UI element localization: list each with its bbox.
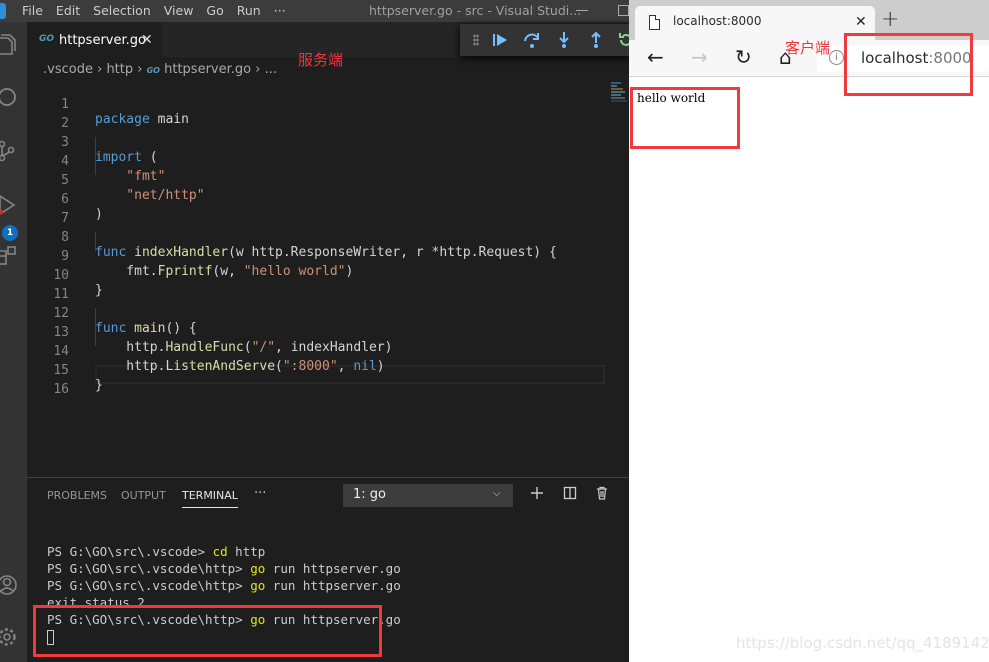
code-line: 2	[27, 101, 607, 131]
debug-toolbar	[460, 24, 632, 56]
menu-selection[interactable]: Selection	[93, 3, 151, 18]
menu-view[interactable]: View	[164, 3, 194, 18]
code-line: 12 func main() {	[27, 291, 607, 336]
client-annotation: 客户端	[785, 39, 831, 57]
back-arrow-icon[interactable]: ←	[647, 45, 664, 69]
browser-tab[interactable]: localhost:8000 ✕	[635, 6, 875, 40]
new-terminal-plus-icon[interactable]	[530, 486, 544, 500]
window-title: httpserver.go - src - Visual Studi...	[369, 3, 582, 18]
go-file-icon: GO	[146, 66, 160, 75]
terminal-line: PS G:\GO\src\.vscode\http> go run httpse…	[47, 578, 401, 593]
code-line: 10 }	[27, 253, 607, 298]
breadcrumb-separator: ›	[255, 62, 261, 77]
activity-bar: 1	[0, 22, 27, 662]
forward-arrow-icon[interactable]: →	[691, 45, 708, 69]
code-line: 15 }	[27, 348, 607, 393]
code-editor[interactable]: 1 package main 2 3 import ( 4 "fmt" 5 "n…	[27, 80, 629, 476]
code-line: 8 func indexHandler(w http.ResponseWrite…	[27, 215, 607, 260]
code-line: 14 http.ListenAndServe(":8000", nil)	[27, 329, 607, 374]
menu-edit[interactable]: Edit	[56, 3, 80, 18]
breadcrumb: .vscode › http › GO httpserver.go › ...	[43, 62, 277, 77]
terminal-select-value: 1: go	[353, 487, 386, 502]
line-number: 16	[53, 382, 69, 397]
page-icon	[649, 15, 660, 30]
debug-badge: 1	[2, 225, 18, 241]
minimap[interactable]	[611, 82, 627, 112]
menu-file[interactable]: File	[22, 3, 43, 18]
breadcrumb-file[interactable]: httpserver.go	[164, 62, 251, 77]
panel-more-button[interactable]: ···	[254, 486, 266, 501]
code-line: 11	[27, 272, 607, 302]
info-icon[interactable]: i	[829, 50, 844, 65]
highlight-box-page	[630, 87, 740, 149]
breadcrumb-vscode[interactable]: .vscode	[43, 62, 93, 77]
terminal-line: PS G:\GO\src\.vscode\http> go run httpse…	[47, 561, 401, 576]
tab-label: httpserver.go	[59, 33, 146, 48]
source-control-icon[interactable]	[0, 136, 27, 166]
code-line: 5 "net/http"	[27, 158, 607, 203]
search-icon[interactable]	[0, 82, 27, 112]
chevron-down-icon: ⌵	[493, 488, 501, 499]
breadcrumb-symbol[interactable]: ...	[265, 62, 277, 77]
tab-problems[interactable]: PROBLEMS	[47, 489, 107, 502]
new-tab-button[interactable]: +	[881, 7, 899, 32]
refresh-icon[interactable]: ↻	[735, 45, 752, 69]
step-over-icon[interactable]	[522, 30, 542, 50]
menu-more[interactable]: ···	[274, 3, 286, 18]
highlight-box-terminal	[33, 605, 382, 657]
menu-run[interactable]: Run	[237, 3, 261, 18]
step-out-icon[interactable]	[586, 30, 606, 50]
code-line: 16	[27, 367, 607, 397]
menu-go[interactable]: Go	[206, 3, 223, 18]
settings-gear-icon[interactable]	[0, 622, 27, 652]
terminal-select[interactable]: 1: go ⌵	[343, 484, 513, 507]
code-line: 13 http.HandleFunc("/", indexHandler)	[27, 310, 607, 355]
breadcrumb-http[interactable]: http	[106, 62, 133, 77]
tab-close-icon[interactable]: ✕	[141, 32, 153, 48]
minimize-button[interactable]	[576, 10, 588, 11]
highlight-box-address	[844, 33, 973, 96]
vscode-window: File Edit Selection View Go Run ··· http…	[0, 0, 632, 662]
go-file-icon: GO	[39, 34, 55, 44]
drag-handle-icon[interactable]	[473, 34, 479, 46]
vscode-logo-icon	[0, 3, 6, 19]
code-line: 1 package main	[27, 82, 607, 127]
code-line: 4 "fmt"	[27, 139, 607, 184]
maximize-button[interactable]	[618, 5, 629, 16]
tab-httpserver-go[interactable]: GO httpserver.go ✕	[27, 22, 162, 57]
tab-terminal[interactable]: TERMINAL	[182, 489, 238, 508]
server-annotation: 服务端	[298, 51, 344, 69]
explorer-icon[interactable]	[0, 30, 27, 60]
code-line: 3 import (	[27, 120, 607, 165]
breadcrumb-separator: ›	[97, 62, 103, 77]
title-bar: File Edit Selection View Go Run ··· http…	[0, 0, 629, 22]
menu-bar: File Edit Selection View Go Run ···	[22, 3, 299, 18]
tab-output[interactable]: OUTPUT	[121, 489, 166, 502]
trash-icon[interactable]	[595, 486, 609, 500]
code-line: 6 )	[27, 177, 607, 222]
terminal-line: PS G:\GO\src\.vscode> cd http	[47, 544, 266, 559]
continue-icon[interactable]	[490, 30, 510, 50]
run-debug-icon[interactable]	[0, 190, 27, 220]
browser-tab-close-icon[interactable]: ✕	[855, 14, 867, 30]
watermark: https://blog.csdn.net/qq_41891425	[736, 634, 989, 652]
accounts-icon[interactable]	[0, 570, 27, 600]
code-line: 7	[27, 196, 607, 226]
breadcrumb-separator: ›	[137, 62, 143, 77]
split-terminal-icon[interactable]	[563, 486, 577, 500]
step-into-icon[interactable]	[554, 30, 574, 50]
extensions-icon[interactable]	[0, 242, 27, 272]
browser-tab-title: localhost:8000	[673, 14, 762, 28]
code-line: 9 fmt.Fprintf(w, "hello world")	[27, 234, 607, 279]
